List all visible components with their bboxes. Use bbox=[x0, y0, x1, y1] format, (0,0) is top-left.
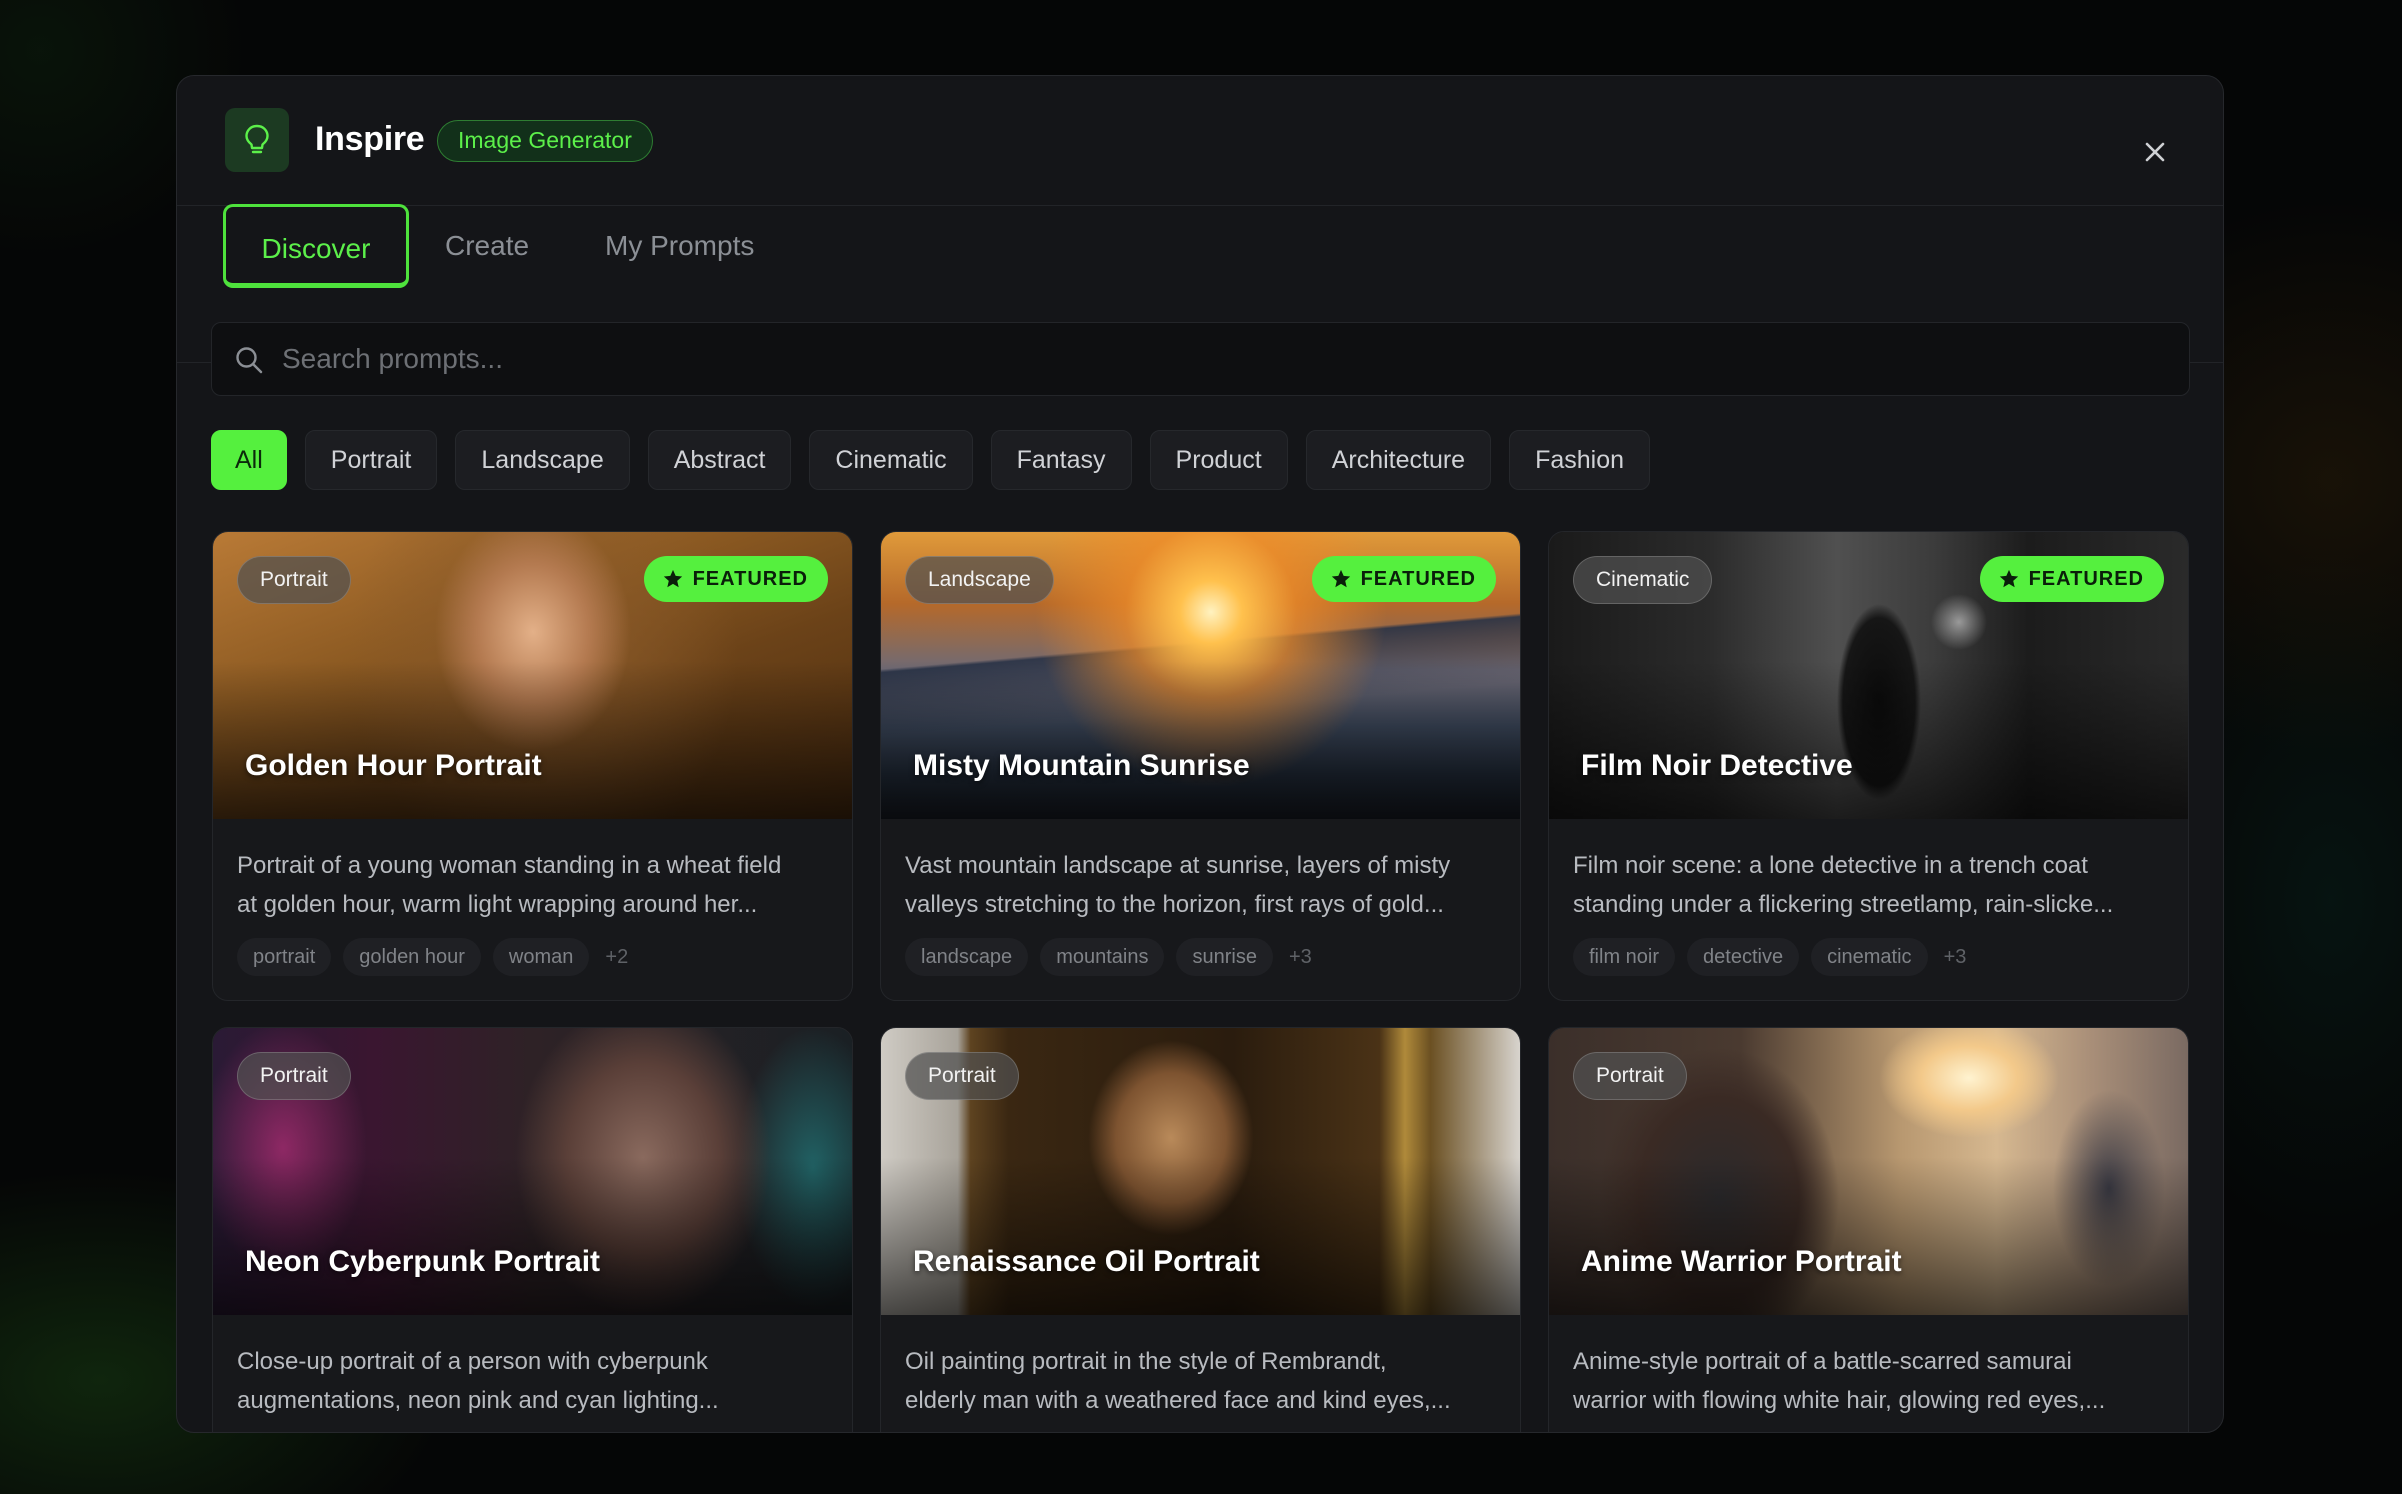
description-line: elderly man with a weathered face and ki… bbox=[905, 1387, 1451, 1414]
star-icon bbox=[663, 569, 682, 588]
description-line: Film noir scene: a lone detective in a t… bbox=[1573, 852, 2088, 879]
search-icon bbox=[236, 347, 263, 374]
card-description: Vast mountain landscape at sunrise, laye… bbox=[905, 846, 1499, 924]
category-badge: Cinematic bbox=[1573, 556, 1713, 604]
more-tags-count: +3 bbox=[1943, 945, 1967, 968]
tag: cinematic bbox=[1811, 938, 1928, 976]
filter-fantasy[interactable]: Fantasy bbox=[990, 430, 1132, 490]
tag: landscape bbox=[905, 938, 1029, 976]
search-bar bbox=[211, 322, 2190, 396]
star-icon bbox=[1331, 569, 1350, 588]
description-line: Oil painting portrait in the style of Re… bbox=[905, 1348, 1387, 1375]
tag: sunrise bbox=[1176, 938, 1273, 976]
filter-landscape[interactable]: Landscape bbox=[455, 430, 630, 490]
prompt-card[interactable]: Portrait Anime Warrior Portrait Anime-st… bbox=[1548, 1027, 2189, 1432]
card-title: Film Noir Detective bbox=[1581, 749, 1853, 782]
tag-list: landscape mountains sunrise +3 bbox=[905, 938, 1312, 976]
tab-create[interactable]: Create bbox=[445, 204, 529, 288]
prompt-card[interactable]: Portrait Renaissance Oil Portrait Oil pa… bbox=[880, 1027, 1521, 1432]
prompt-card[interactable]: Landscape FEATURED Misty Mountain Sunris… bbox=[880, 531, 1521, 1001]
description-line: Portrait of a young woman standing in a … bbox=[237, 852, 782, 879]
description-line: at golden hour, warm light wrapping arou… bbox=[237, 891, 758, 918]
category-filters: All Portrait Landscape Abstract Cinemati… bbox=[211, 430, 1651, 490]
filter-architecture[interactable]: Architecture bbox=[1305, 430, 1492, 490]
category-badge: Portrait bbox=[905, 1052, 1019, 1100]
tag-list: portrait golden hour woman +2 bbox=[237, 938, 628, 976]
prompt-card[interactable]: Cinematic FEATURED Film Noir Detective F… bbox=[1548, 531, 2189, 1001]
category-badge: Portrait bbox=[237, 556, 351, 604]
filter-all[interactable]: All bbox=[211, 430, 287, 490]
card-title: Neon Cyberpunk Portrait bbox=[245, 1245, 601, 1278]
card-title: Anime Warrior Portrait bbox=[1581, 1245, 1902, 1278]
tab-discover[interactable]: Discover bbox=[223, 204, 409, 288]
lightbulb-icon bbox=[225, 108, 289, 172]
description-line: standing under a flickering streetlamp, … bbox=[1573, 891, 2114, 918]
tag: woman bbox=[492, 938, 590, 976]
card-title: Golden Hour Portrait bbox=[245, 749, 542, 782]
close-button[interactable] bbox=[2139, 136, 2171, 168]
category-badge: Landscape bbox=[905, 556, 1054, 604]
modal-header: Inspire Image Generator bbox=[177, 76, 2223, 206]
filter-abstract[interactable]: Abstract bbox=[647, 430, 792, 490]
close-icon bbox=[2145, 142, 2165, 162]
featured-badge: FEATURED bbox=[1311, 556, 1496, 602]
card-description: Film noir scene: a lone detective in a t… bbox=[1573, 846, 2167, 924]
tag: film noir bbox=[1573, 938, 1676, 976]
description-line: augmentations, neon pink and cyan lighti… bbox=[237, 1387, 719, 1414]
description-line: warrior with flowing white hair, glowing… bbox=[1573, 1387, 2106, 1414]
featured-badge: FEATURED bbox=[1979, 556, 2164, 602]
search-input[interactable] bbox=[282, 323, 2162, 395]
featured-label: FEATURED bbox=[692, 567, 808, 590]
description-line: Anime-style portrait of a battle-scarred… bbox=[1573, 1348, 2072, 1375]
card-title: Misty Mountain Sunrise bbox=[913, 749, 1250, 782]
featured-label: FEATURED bbox=[1360, 567, 1476, 590]
description-line: Close-up portrait of a person with cyber… bbox=[237, 1348, 708, 1375]
inspire-modal: Inspire Image Generator Discover Create … bbox=[176, 75, 2224, 1433]
tab-my-prompts[interactable]: My Prompts bbox=[605, 204, 754, 288]
card-description: Close-up portrait of a person with cyber… bbox=[237, 1342, 831, 1420]
more-tags-count: +2 bbox=[605, 945, 629, 968]
prompt-card[interactable]: Portrait FEATURED Golden Hour Portrait P… bbox=[212, 531, 853, 1001]
prompt-card[interactable]: Portrait Neon Cyberpunk Portrait Close-u… bbox=[212, 1027, 853, 1432]
tag: mountains bbox=[1040, 938, 1165, 976]
tag: golden hour bbox=[343, 938, 481, 976]
card-title: Renaissance Oil Portrait bbox=[913, 1245, 1260, 1278]
card-description: Anime-style portrait of a battle-scarred… bbox=[1573, 1342, 2167, 1420]
filter-cinematic[interactable]: Cinematic bbox=[809, 430, 973, 490]
featured-badge: FEATURED bbox=[643, 556, 828, 602]
tag-list: film noir detective cinematic +3 bbox=[1573, 938, 1966, 976]
app-title: Inspire bbox=[315, 120, 425, 158]
tag: detective bbox=[1687, 938, 1800, 976]
filter-fashion[interactable]: Fashion bbox=[1509, 430, 1651, 490]
star-icon bbox=[1999, 569, 2018, 588]
more-tags-count: +3 bbox=[1288, 945, 1312, 968]
description-line: valleys stretching to the horizon, first… bbox=[905, 891, 1444, 918]
card-description: Oil painting portrait in the style of Re… bbox=[905, 1342, 1499, 1420]
featured-label: FEATURED bbox=[2028, 567, 2144, 590]
tag: portrait bbox=[237, 938, 332, 976]
app-badge: Image Generator bbox=[437, 120, 653, 162]
category-badge: Portrait bbox=[237, 1052, 351, 1100]
card-description: Portrait of a young woman standing in a … bbox=[237, 846, 831, 924]
description-line: Vast mountain landscape at sunrise, laye… bbox=[905, 852, 1451, 879]
category-badge: Portrait bbox=[1573, 1052, 1687, 1100]
filter-portrait[interactable]: Portrait bbox=[304, 430, 438, 490]
filter-product[interactable]: Product bbox=[1149, 430, 1288, 490]
